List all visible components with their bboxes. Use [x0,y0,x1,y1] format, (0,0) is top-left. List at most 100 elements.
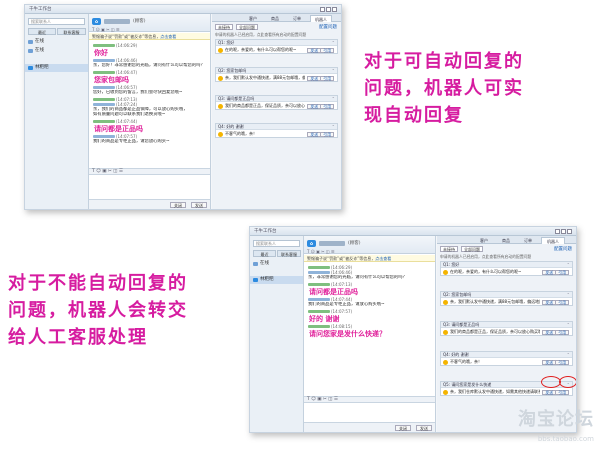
quote-answer-button[interactable]: 引用 [555,330,569,335]
robot-hint: 申请的机器人已经启用，点此查看所有启动的配置问题 [215,32,307,37]
customer-name-blurred [308,283,330,286]
safety-notice: 警惕骗子说“罚款”或“被反诈”等信息，点击查看 [89,33,210,40]
answer-row: 我们的商品都是正品，保证品质，亲可以放心购买哦~发送引用 [216,102,337,109]
answer-row: 不客气的哦，亲！ 发送 引用 [216,130,337,137]
tab-robot[interactable]: 机器人 [541,237,565,244]
quote-answer-button[interactable]: 引用 [320,76,334,81]
maximize-button[interactable] [326,7,331,12]
send-answer-button[interactable]: 发送 [307,132,321,137]
close-chat-button[interactable]: 关闭 [170,202,186,208]
config-questions-link[interactable]: 配置问题 [554,246,572,252]
avatar [253,278,258,282]
send-answer-button[interactable]: 发送 [542,300,556,305]
send-button[interactable]: 发送 [416,425,432,431]
top-caption: 对于可自动回复的 问题，机器人可实 现自动回复 [364,51,524,126]
customer-name-blurred [93,71,115,74]
tab-product[interactable]: 商品 [497,237,515,244]
customer-name-blurred [308,325,330,328]
tab-recent[interactable]: 最近 [28,28,56,35]
contact-item-selected[interactable]: 林粑粑 [25,64,88,72]
quote-answer-button[interactable]: 引用 [555,300,569,305]
robot-avatar-icon [218,104,223,109]
contact-pane: 搜索联系人 最近 联系客服 在线 在线 林粑粑 [25,14,89,209]
close-button[interactable] [567,229,572,234]
tab-customer[interactable]: 客户 [244,15,262,22]
unanswered-button[interactable]: 未接待 [215,24,233,30]
close-chat-button[interactable]: 关闭 [395,425,411,431]
config-questions-link[interactable]: 配置问题 [319,24,337,30]
question-text: Q4: 好的 谢谢 [218,124,244,129]
unanswered-button[interactable]: 未接待 [440,246,458,252]
message-input[interactable] [89,176,210,200]
tab-customer[interactable]: 客户 [475,237,493,244]
search-input[interactable]: 搜索联系人 [253,240,300,247]
answer-text: 亲，我们默认发中通快递，满88元包邮哦，偏远地区除外，具体可以咨询客服哦~ [225,75,305,80]
tab-recent[interactable]: 最近 [253,250,276,257]
watermark-logo: 淘宝论坛 [518,409,594,430]
tab-contact-support[interactable]: 联系客服 [57,28,86,35]
notice-link[interactable]: 点击查看 [160,34,176,39]
right-tabs: 客户 商品 订单 机器人 [437,236,576,244]
message-meta: (14:06:57) [93,85,137,90]
maximize-button[interactable] [561,229,566,234]
minimize-button[interactable] [320,7,325,12]
send-answer-button[interactable]: 发送 [307,48,321,53]
quote-answer-button[interactable]: 引用 [320,48,334,53]
question-text: Q5: 请问您家是发什么快递 [443,382,492,387]
message-meta: (14:06:29) [93,43,138,48]
quote-answer-button[interactable]: 引用 [555,390,569,395]
chat-header: ✿ (顾客) T ☺ ▣ ✂ ◫ ☰ [89,14,210,32]
contact-item[interactable]: 在线 [25,47,88,55]
robot-hint: 申请的机器人已经启用，点此查看所有启动的配置问题 [440,254,532,259]
robot-subbar: 未接待 全部问题 配置问题 [212,23,341,31]
quote-answer-button[interactable]: 引用 [320,104,334,109]
tab-product[interactable]: 商品 [266,15,284,22]
answer-row: 亲，我们默认发中通快递，满88元包邮哦，偏远地区除外，具体可以咨询客服哦~发送引… [216,74,337,81]
all-questions-button[interactable]: 全部问题 [461,246,483,252]
send-answer-button[interactable]: 发送 [542,270,556,275]
answer-row: 我们的商品都是正品，保证品质，亲可以放心购买哦~发送引用 [441,328,572,335]
send-answer-button[interactable]: 发送 [542,330,556,335]
message-time: (14:06:29) [116,43,138,48]
editor-toolbar[interactable]: T ☺ ▣ ✂ ◫ ☰ [89,168,210,175]
send-answer-button[interactable]: 发送 [542,360,556,365]
customer-message-large: 你好 [94,49,108,57]
message-meta: (14:06:46) [308,270,352,275]
quote-answer-button[interactable]: 引用 [555,360,569,365]
chat-pane: ✿ (顾客) T ☺ ▣ ✂ ◫ ☰ 警惕骗子说“罚款”或“被反诈”等信息，点击… [304,236,436,432]
quote-answer-button[interactable]: 引用 [320,132,334,137]
tab-contact-support[interactable]: 联系客服 [277,250,301,257]
chat-tool-icons[interactable]: T ☺ ▣ ✂ ◫ ☰ [307,249,334,254]
customer-message-large: 您家包邮吗 [94,76,129,84]
send-answer-button[interactable]: 发送 [307,76,321,81]
message-meta: (14:06:46) [93,58,137,63]
search-input[interactable]: 搜索联系人 [28,18,85,25]
question-card: Q3: 请问都是正品吗⌃我们的商品都是正品，保证品质，亲可以放心购买哦~发送引用 [440,321,573,336]
send-button[interactable]: 发送 [191,202,207,208]
bottom-caption: 对于不能自动回复的 问题，机器人会转交 给人工客服处理 [8,273,188,348]
close-button[interactable] [332,7,337,12]
contact-item-selected[interactable]: 林粑粑 [250,276,303,284]
send-answer-button[interactable]: 发送 [542,390,556,395]
chat-tool-icons[interactable]: T ☺ ▣ ✂ ◫ ☰ [92,27,119,32]
send-answer-button[interactable]: 发送 [307,104,321,109]
notice-link[interactable]: 点击查看 [375,256,391,261]
quote-answer-button[interactable]: 引用 [555,270,569,275]
customer-role: (顾客) [133,19,146,24]
left-tabs: 最近 联系客服 [28,28,86,35]
all-questions-button[interactable]: 全部问题 [236,24,258,30]
customer-role: (顾客) [348,241,361,246]
minimize-button[interactable] [555,229,560,234]
highlight-ring [559,376,576,388]
editor-toolbar[interactable]: T ☺ ▣ ✂ ◫ ☰ [304,396,435,403]
tab-order[interactable]: 订单 [519,237,537,244]
contact-item[interactable]: 在线 [25,38,88,46]
question-card: Q1: 您好 ⌃ 在的呢，亲爱的，有什么可以帮您的呢~ 发送 引用 [440,261,573,276]
answer-text: 我们的商品都是正品，保证品质，亲可以放心购买哦~ [450,329,540,334]
robot-pane: 客户 商品 订单 机器人 未接待 全部问题 配置问题 申请的机器人已经启用，点此… [212,14,341,209]
avatar [28,66,33,70]
message-input[interactable] [304,404,435,423]
tab-order[interactable]: 订单 [288,15,306,22]
contact-item[interactable]: 在线 [250,260,303,268]
tab-robot[interactable]: 机器人 [310,15,332,22]
